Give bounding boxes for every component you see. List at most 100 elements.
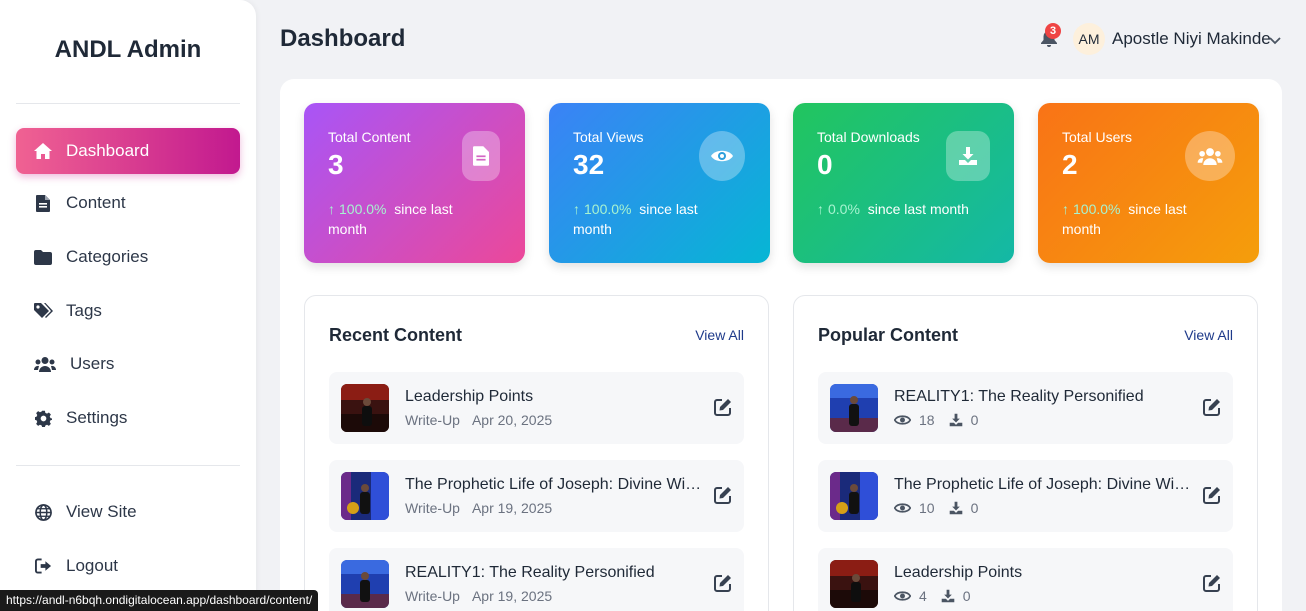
status-bar-url: https://andl-n6bqh.ondigitalocean.app/da…	[0, 590, 319, 611]
recent-content-panel: Recent Content View All Leadership Point…	[304, 295, 769, 611]
sidebar-item-content[interactable]: Content	[16, 180, 240, 226]
content-title: REALITY1: The Reality Personified	[894, 388, 1144, 405]
eye-icon	[894, 590, 911, 602]
popular-content-panel: Popular Content View All REALITY1: The R…	[793, 295, 1258, 611]
arrow-up-icon: ↑	[817, 201, 824, 217]
stat-change: ↑ 0.0% since last month	[817, 201, 969, 217]
content-title: Leadership Points	[405, 388, 534, 405]
stat-label: Total Content	[328, 129, 411, 145]
sidebar-item-label: View Site	[66, 502, 137, 521]
users-icon	[32, 354, 58, 374]
notification-badge: 3	[1045, 23, 1061, 39]
sidebar-item-users[interactable]: Users	[16, 341, 240, 387]
sidebar-divider	[16, 465, 240, 466]
stat-change: ↑ 100.0% since last month	[328, 201, 453, 237]
stat-card-total-downloads: Total Downloads 0 ↑ 0.0% since last month	[793, 103, 1014, 263]
home-icon	[32, 141, 54, 161]
stat-card-total-views: Total Views 32 ↑ 100.0% since last month	[549, 103, 770, 263]
logout-icon	[32, 556, 54, 576]
brand-title: ANDL Admin	[54, 36, 202, 63]
content-title: Leadership Points	[894, 564, 1023, 581]
eye-icon	[894, 414, 911, 426]
view-all-link[interactable]: View All	[1184, 327, 1233, 343]
user-name[interactable]: Apostle Niyi Makinde	[1112, 29, 1271, 49]
download-count: 0	[970, 500, 979, 516]
edit-icon[interactable]	[714, 486, 732, 504]
file-icon	[462, 131, 500, 181]
content-meta: Write-Up Apr 19, 2025	[405, 588, 553, 604]
sidebar-item-label: Settings	[66, 408, 128, 427]
list-item[interactable]: The Prophetic Life of Joseph: Divine Wis…	[818, 460, 1233, 532]
page-title: Dashboard	[280, 25, 406, 52]
stat-change: ↑ 100.0% since last month	[1062, 201, 1187, 237]
folder-icon	[32, 247, 54, 267]
content-title: The Prophetic Life of Joseph: Divine Wis…	[405, 476, 705, 493]
sidebar-item-label: Categories	[66, 247, 149, 266]
sidebar-item-logout[interactable]: Logout	[16, 543, 240, 589]
sidebar-item-label: Tags	[66, 301, 102, 320]
sidebar-item-label: Users	[70, 354, 115, 373]
edit-icon[interactable]	[1203, 486, 1221, 504]
sidebar-item-label: Logout	[66, 556, 118, 575]
file-icon	[32, 193, 54, 213]
stat-label: Total Users	[1062, 129, 1133, 145]
stat-change: ↑ 100.0% since last month	[573, 201, 698, 237]
list-item[interactable]: The Prophetic Life of Joseph: Divine Wis…	[329, 460, 744, 532]
list-item[interactable]: Leadership Points 4 0	[818, 548, 1233, 611]
download-icon	[949, 413, 963, 427]
content-thumbnail	[830, 384, 878, 432]
content-thumbnail	[341, 384, 389, 432]
download-icon	[941, 589, 955, 603]
content-meta: Write-Up Apr 20, 2025	[405, 412, 553, 428]
arrow-up-icon: ↑	[573, 201, 580, 217]
download-icon	[949, 501, 963, 515]
view-count: 4	[919, 588, 927, 604]
view-count: 10	[919, 500, 935, 516]
arrow-up-icon: ↑	[328, 201, 335, 217]
panel-title: Popular Content	[818, 325, 958, 345]
stat-value: 32	[573, 149, 605, 180]
avatar[interactable]: AM	[1073, 23, 1105, 55]
list-item[interactable]: Leadership Points Write-Up Apr 20, 2025	[329, 372, 744, 444]
edit-icon[interactable]	[1203, 574, 1221, 592]
content-thumbnail	[830, 560, 878, 608]
edit-icon[interactable]	[714, 398, 732, 416]
sidebar-item-label: Content	[66, 193, 126, 212]
sidebar: ANDL Admin Dashboard Content Categories …	[0, 0, 256, 611]
content-meta: 10 0	[894, 500, 978, 516]
view-all-link[interactable]: View All	[695, 327, 744, 343]
stat-card-total-users: Total Users 2 ↑ 100.0% since last month	[1038, 103, 1259, 263]
sidebar-item-dashboard[interactable]: Dashboard	[16, 128, 240, 174]
content-title: REALITY1: The Reality Personified	[405, 564, 655, 581]
chevron-down-icon[interactable]	[1268, 33, 1282, 45]
sidebar-divider	[16, 103, 240, 104]
list-item[interactable]: REALITY1: The Reality Personified 18 0	[818, 372, 1233, 444]
content-thumbnail	[341, 560, 389, 608]
download-count: 0	[962, 588, 971, 604]
download-count: 0	[970, 412, 979, 428]
view-count: 18	[919, 412, 935, 428]
download-icon	[946, 131, 990, 181]
gear-icon	[32, 408, 54, 428]
tags-icon	[32, 301, 54, 321]
content-meta: 18 0	[894, 412, 978, 428]
stat-value: 0	[817, 149, 833, 180]
arrow-up-icon: ↑	[1062, 201, 1069, 217]
sidebar-item-view-site[interactable]: View Site	[16, 489, 240, 535]
content-meta: Write-Up Apr 19, 2025	[405, 500, 553, 516]
globe-icon	[32, 502, 54, 522]
edit-icon[interactable]	[714, 574, 732, 592]
content-meta: 4 0	[894, 588, 971, 604]
stat-label: Total Views	[573, 129, 644, 145]
stat-card-total-content: Total Content 3 ↑ 100.0% since last month	[304, 103, 525, 263]
sidebar-item-settings[interactable]: Settings	[16, 395, 240, 441]
users-icon	[1185, 131, 1235, 181]
panel-title: Recent Content	[329, 325, 463, 345]
list-item[interactable]: REALITY1: The Reality Personified Write-…	[329, 548, 744, 611]
edit-icon[interactable]	[1203, 398, 1221, 416]
stat-label: Total Downloads	[817, 129, 920, 145]
sidebar-item-categories[interactable]: Categories	[16, 234, 240, 280]
content-title: The Prophetic Life of Joseph: Divine Wis…	[894, 476, 1194, 493]
eye-icon	[894, 502, 911, 514]
sidebar-item-tags[interactable]: Tags	[16, 288, 240, 334]
